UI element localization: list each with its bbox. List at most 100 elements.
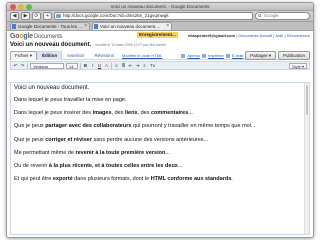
account-links: eliaspenter9@gmail.com | Documents Accue…: [188, 33, 310, 38]
style-controls: Style ▾: [288, 62, 307, 69]
back-button[interactable]: ◀: [10, 12, 19, 20]
menu-file[interactable]: Fichier ▾: [10, 50, 38, 60]
email-link[interactable]: E-mail: [232, 53, 243, 58]
close-tab-icon[interactable]: ×: [166, 23, 169, 30]
text-run: ...: [188, 110, 193, 117]
formatting-toolbar: ↶ ↷ Verdana 14 B I U A ≡ ≣ ⇤ ⇥ ≡ Tx Styl…: [10, 61, 310, 70]
google-documents-logo[interactable]: GoogleDocuments: [10, 33, 63, 40]
numbered-list-icon[interactable]: ≣: [121, 63, 126, 68]
bold-text-run: corriger et réviser: [45, 136, 92, 143]
text-run: Dans lequel je peux insérer des: [14, 110, 93, 117]
app-header: GoogleDocuments Enregistrement... eliasp…: [7, 31, 313, 42]
style-select[interactable]: Style ▾: [288, 62, 307, 69]
undo-icon[interactable]: ↶: [13, 63, 18, 68]
bold-text-run: à la plus récente, et à toutes celles en…: [48, 162, 178, 169]
window-title: Voici un nouveau document. - Google Docu…: [110, 4, 210, 9]
document-actions: Aperçu Imprimer E-mail Partager ▾ Public…: [181, 51, 310, 60]
sign-out-link[interactable]: Déconnexion: [287, 33, 310, 38]
text-color-button[interactable]: A: [104, 63, 109, 68]
text-run: Et qui peut être: [14, 176, 53, 183]
document-paragraphs: Dans lequel je peux travailler la mise e…: [14, 97, 306, 183]
tab-revisions[interactable]: Révisions: [90, 51, 120, 60]
toolbar-divider: [27, 62, 28, 69]
vertical-scrollbar[interactable]: [304, 83, 309, 234]
document-paragraph: Dans lequel je peux travailler la mise e…: [14, 97, 306, 104]
browser-toolbar: ◀ ▶ ⟳ + http://docs.google.com/Doc?id=dm…: [7, 11, 313, 22]
title-bar: Voici un nouveau document. - Google Docu…: [7, 3, 313, 11]
tab-bar: Google Documents - Tous les ... × Voici …: [7, 22, 313, 31]
clear-formatting-icon[interactable]: Tx: [149, 63, 156, 68]
text-run: , des: [137, 110, 151, 117]
preview-icon: [181, 53, 186, 58]
text-run: dans plusieurs formats, dont le: [72, 176, 151, 183]
tab-label: Google Documents - Tous les ...: [18, 24, 82, 29]
text-run: Me permettant même de: [14, 149, 76, 156]
url-field[interactable]: http://docs.google.com/Doc?id=dms26n_21g…: [54, 12, 253, 20]
reload-button[interactable]: ⟳: [32, 12, 41, 20]
browser-tab-current-document[interactable]: Voici un nouveau document.... ×: [92, 22, 172, 30]
text-run: Que je peux: [14, 136, 46, 143]
document-paragraph: Ou de revenir à la plus récente, et à to…: [14, 163, 306, 170]
share-button[interactable]: Partager ▾: [245, 51, 276, 60]
underline-button[interactable]: U: [97, 63, 102, 68]
bold-text-run: exporté: [52, 176, 73, 183]
bold-text-run: commentaires: [151, 110, 189, 117]
toolbar-divider: [80, 62, 81, 69]
document-heading: Voici un nouveau document.: [14, 85, 90, 91]
bold-text-run: HTML conforme aux standards: [150, 176, 232, 183]
docs-favicon-icon: [94, 24, 98, 29]
tab-edit[interactable]: Édition: [37, 50, 63, 60]
add-bookmark-button[interactable]: +: [43, 12, 52, 20]
outdent-icon[interactable]: ⇤: [128, 63, 133, 68]
document-paragraph: Dans lequel je peux insérer des images, …: [14, 110, 306, 117]
google-docs-app: GoogleDocuments Enregistrement... eliasp…: [7, 31, 313, 70]
close-tab-icon[interactable]: ×: [84, 23, 87, 30]
bold-text-run: liens: [125, 110, 138, 117]
search-field[interactable]: G Google: [255, 12, 310, 20]
print-link[interactable]: Imprimer: [208, 53, 224, 58]
italic-button[interactable]: I: [90, 63, 95, 68]
document-paragraph: Et qui peut être exporté dans plusieurs …: [14, 176, 306, 183]
site-icon: [56, 14, 61, 18]
align-icon[interactable]: ≡: [142, 63, 147, 68]
bold-button[interactable]: B: [83, 63, 88, 68]
print-icon: [202, 53, 207, 58]
document-paragraph: Que je peux partager avec des collaborat…: [14, 123, 306, 130]
document-body[interactable]: Voici un nouveau document. Dans lequel j…: [10, 82, 310, 235]
redo-icon[interactable]: ↷: [20, 63, 25, 68]
bold-text-run: partager avec des collaborateurs: [45, 123, 132, 130]
google-search-icon: G: [258, 13, 262, 18]
bold-text-run: images: [92, 110, 112, 117]
tab-insert[interactable]: Insertion: [62, 51, 89, 60]
search-placeholder: Google: [264, 13, 279, 18]
text-run: sans perdre aucune des versions antérieu…: [91, 136, 209, 143]
text-run: , des: [111, 110, 125, 117]
toolbar-divider: [111, 62, 112, 69]
font-size-select[interactable]: 14: [66, 62, 78, 69]
scrollbar-thumb[interactable]: [306, 85, 308, 115]
bulleted-list-icon[interactable]: ≡: [114, 63, 119, 68]
text-run: ...: [177, 162, 183, 169]
edit-html-link[interactable]: Modifier le code HTML: [122, 53, 162, 58]
indent-icon[interactable]: ⇥: [135, 63, 140, 68]
document-modified-info: modifié le 19 mars 2009 12:07 par Moi-mê…: [95, 43, 166, 47]
email-icon: [225, 53, 230, 58]
forward-button[interactable]: ▶: [21, 12, 30, 20]
menu-bar: Fichier ▾ Édition Insertion Révisions Mo…: [10, 50, 310, 60]
browser-window: Voici un nouveau document. - Google Docu…: [6, 2, 314, 238]
document-paragraph: Que je peux corriger et réviser sans per…: [14, 137, 306, 144]
document-title[interactable]: Voici un nouveau document.: [10, 42, 91, 48]
help-link[interactable]: Aide: [275, 33, 283, 38]
account-email: eliaspenter9@gmail.com: [188, 33, 236, 38]
documents-home-link[interactable]: Documents Accueil: [238, 33, 272, 38]
text-run: qui pourront y travailler en même temps …: [131, 123, 256, 130]
publish-button[interactable]: Publication: [277, 51, 310, 60]
preview-link[interactable]: Aperçu: [187, 53, 200, 58]
bold-text-run: revenir à la toute première version: [75, 149, 166, 156]
text-run: Que je peux: [14, 123, 46, 130]
browser-tab-documents-list[interactable]: Google Documents - Tous les ... ×: [10, 22, 90, 30]
text-run: .: [231, 176, 233, 183]
url-text: http://docs.google.com/Doc?id=dms26n_21g…: [63, 13, 169, 18]
font-family-select[interactable]: Verdana: [30, 62, 64, 69]
save-status-badge: Enregistrement...: [137, 32, 178, 38]
